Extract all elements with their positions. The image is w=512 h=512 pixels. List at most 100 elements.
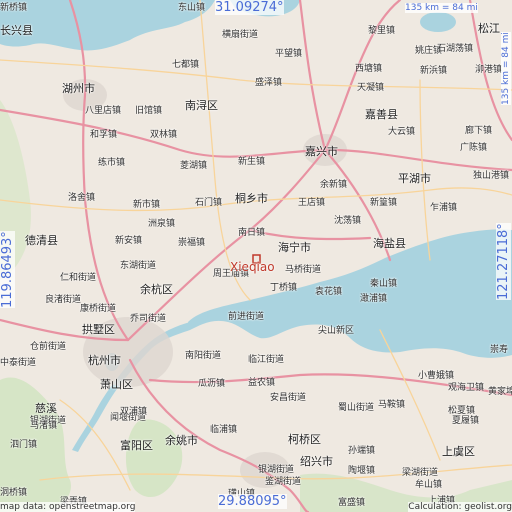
place-label: 慈溪: [35, 402, 57, 415]
place-label: 绍兴市: [300, 455, 333, 468]
place-label: 松江: [478, 22, 500, 35]
place-label: 临浦镇: [210, 425, 238, 435]
place-label: 崇寿: [490, 345, 509, 355]
place-label: 新桥镇: [0, 3, 28, 13]
place-label: 廊下镇: [465, 126, 493, 136]
place-label: 旧馆镇: [135, 106, 163, 116]
place-label: 洞桥镇: [0, 488, 28, 498]
place-label: 泗门镇: [10, 440, 38, 450]
place-label: 和孚镇: [90, 130, 118, 140]
place-label: 练市镇: [98, 158, 126, 168]
place-label: 秦山镇: [370, 279, 398, 289]
place-label: 杭州市: [88, 354, 121, 367]
place-label: 富阳区: [120, 439, 153, 452]
place-label: 洲泉镇: [148, 219, 176, 229]
place-label: 柯桥区: [288, 433, 321, 446]
place-label: 新浜镇: [420, 66, 448, 76]
place-label: 孙端镇: [348, 446, 376, 456]
bottom-latitude-label: 29.88095°: [218, 494, 287, 509]
place-label: 西塘镇: [355, 64, 383, 74]
place-label: 中泰街道: [0, 358, 37, 368]
right-longitude-label: 121.27118°: [496, 223, 511, 300]
place-label: 嘉善县: [365, 108, 398, 121]
place-label: 长兴县: [0, 24, 33, 37]
place-label: 萧山区: [100, 378, 133, 391]
place-label: 前进街道: [228, 312, 265, 322]
place-label: 德清县: [25, 234, 58, 247]
place-label: 余新镇: [320, 180, 348, 190]
place-label: 横扇街道: [222, 30, 259, 40]
place-label: 新篁镇: [370, 198, 398, 208]
place-label: 天凝镇: [357, 83, 385, 93]
place-label: 新市镇: [133, 200, 161, 210]
place-label: 上虞区: [442, 445, 475, 458]
place-label: 广陈镇: [460, 143, 488, 153]
place-label: 东山镇: [178, 3, 206, 13]
place-label: 湖州市: [62, 82, 95, 95]
place-label: 海盐县: [373, 237, 406, 250]
place-label: 新安镇: [115, 236, 143, 246]
place-label: 仓前街道: [30, 342, 67, 352]
place-label: 尖山新区: [318, 326, 355, 336]
place-label: 黎里镇: [368, 26, 396, 36]
place-label: 良渚街道: [45, 295, 82, 305]
place-label: 澉浦镇: [360, 294, 388, 304]
place-label: 泖港镇: [475, 65, 503, 75]
place-label: 陶堰镇: [348, 466, 376, 476]
attribution-right[interactable]: Calculation: geolist.org: [408, 502, 512, 512]
place-label: 平湖市: [398, 172, 431, 185]
place-label: 南浔区: [185, 99, 218, 112]
place-label: 石湖荡镇: [437, 44, 474, 54]
place-label: 夏履镇: [452, 416, 480, 426]
place-label: 独山港镇: [473, 171, 510, 181]
scale-top: 135 km = 84 mi: [405, 3, 478, 13]
place-label: 沈荡镇: [334, 216, 362, 226]
place-label: 余姚市: [165, 434, 198, 447]
place-label: 鉴湖街道: [265, 477, 302, 487]
place-label: 崇福镇: [178, 238, 206, 248]
place-label: 马桥街道: [285, 265, 322, 275]
place-label: 观海卫镇: [448, 383, 485, 393]
place-label: 洛舍镇: [68, 193, 96, 203]
place-label: 桐乡市: [235, 192, 268, 205]
place-label: 七都镇: [172, 60, 200, 70]
place-label: 袁花镇: [315, 287, 343, 297]
place-label: 康桥街道: [80, 304, 117, 314]
place-label: 余杭区: [140, 283, 173, 296]
place-label: 菱湖镇: [180, 161, 208, 171]
top-latitude-label: 31.09274°: [215, 0, 284, 15]
place-label: 盛泽镇: [255, 78, 283, 88]
place-label: 乔司街道: [130, 314, 167, 324]
place-label: 临江街道: [248, 355, 285, 365]
place-label: 新生镇: [238, 157, 266, 167]
place-label: 海宁市: [278, 241, 311, 254]
place-label: 蜀山街道: [338, 403, 375, 413]
scale-right: 135 km = 84 mi: [501, 32, 511, 105]
place-label: 富盛镇: [338, 498, 366, 508]
place-label: 石门镇: [195, 198, 223, 208]
place-label: 乍浦镇: [430, 203, 458, 213]
place-label: 黄家埠镇: [488, 387, 512, 397]
place-label: 平望镇: [275, 49, 303, 59]
left-longitude-label: 119.86493°: [0, 231, 15, 308]
map-view[interactable]: 长兴县 东山镇横扇街道七都镇 平望镇 黎里镇盛泽镇 湖州市南浔区八里店镇 旧馆镇和孚镇 双林…: [0, 0, 512, 512]
place-label: 东湖街道: [120, 261, 157, 271]
place-label: 八里店镇: [85, 106, 122, 116]
place-label: 王店镇: [298, 198, 326, 208]
place-label: 双林镇: [150, 130, 178, 140]
place-label: 瓜沥镇: [198, 379, 226, 389]
place-label: 仁和街道: [60, 273, 97, 283]
place-label: 拱墅区: [82, 323, 115, 336]
place-label: 牟山镇: [415, 480, 443, 490]
place-label: 双浦镇: [120, 407, 148, 417]
attribution-left[interactable]: map data: openstreetmap.org: [0, 502, 136, 512]
place-label: 益农镇: [248, 378, 276, 388]
place-label: 马渚镇: [30, 421, 58, 431]
place-label: 安昌街道: [270, 393, 307, 403]
place-label: 南日镇: [238, 228, 266, 238]
place-label: 马鞍镇: [378, 400, 406, 410]
place-label: 南阳街道: [185, 351, 222, 361]
marker-label: Xieqiao: [230, 260, 275, 274]
place-label: 丁桥镇: [270, 283, 298, 293]
place-label: 大云镇: [388, 127, 416, 137]
